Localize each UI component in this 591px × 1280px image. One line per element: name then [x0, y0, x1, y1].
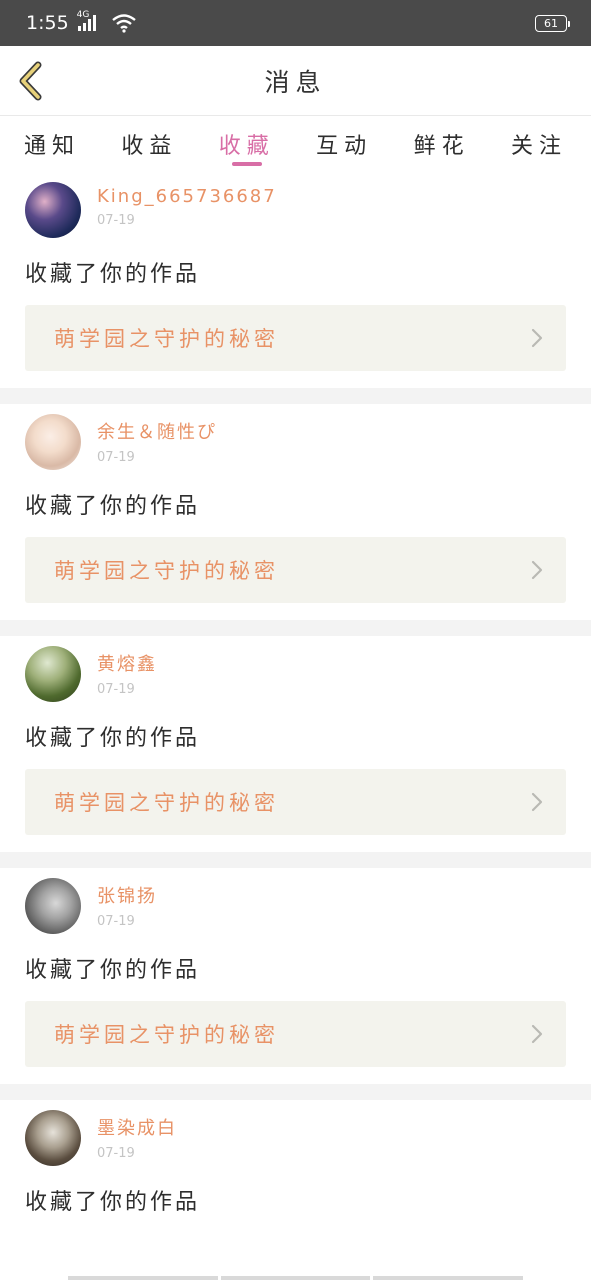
chevron-right-icon: [531, 792, 543, 812]
user-meta: King_665736687 07-19: [97, 182, 277, 228]
action-text: 收藏了你的作品: [25, 262, 201, 287]
action-text: 收藏了你的作品: [25, 958, 201, 983]
tab-favorites[interactable]: 收藏: [219, 116, 275, 172]
battery-level: 61: [544, 16, 558, 30]
signal-icon: 4G: [77, 10, 103, 33]
user-row: 张锦扬 07-19: [25, 878, 566, 938]
list-item: King_665736687 07-19 收藏了你的作品 萌学园之守护的秘密: [0, 172, 591, 388]
status-right: 61: [535, 14, 570, 32]
chevron-right-icon: [531, 560, 543, 580]
tab-follows[interactable]: 关注: [511, 116, 567, 172]
wifi-icon: [111, 13, 137, 33]
divider: [0, 620, 591, 636]
tab-bar: 通知 收益 收藏 互动 鲜花 关注: [0, 116, 591, 172]
action-text: 收藏了你的作品: [25, 494, 201, 519]
scroll-indicator-segment: [373, 1276, 524, 1280]
work-title: 萌学园之守护的秘密: [54, 1023, 279, 1047]
user-row: 墨染成白 07-19: [25, 1110, 566, 1170]
page-title: 消息: [264, 67, 327, 97]
date: 07-19: [97, 1146, 135, 1161]
work-title: 萌学园之守护的秘密: [54, 559, 279, 583]
username[interactable]: 余生＆随性ぴ: [97, 418, 217, 444]
work-link[interactable]: 萌学园之守护的秘密: [25, 769, 566, 835]
user-meta: 墨染成白 07-19: [97, 1110, 177, 1161]
tab-flowers[interactable]: 鲜花: [414, 116, 470, 172]
divider: [0, 388, 591, 404]
work-link[interactable]: 萌学园之守护的秘密: [25, 537, 566, 603]
user-meta: 张锦扬 07-19: [97, 878, 157, 929]
date: 07-19: [97, 914, 135, 929]
username[interactable]: King_665736687: [97, 186, 277, 207]
tab-interactions[interactable]: 互动: [316, 116, 372, 172]
action-text: 收藏了你的作品: [25, 1190, 201, 1215]
header: 消息: [0, 46, 591, 116]
list-item: 黄熔鑫 07-19 收藏了你的作品 萌学园之守护的秘密: [0, 636, 591, 852]
tab-notifications[interactable]: 通知: [24, 116, 80, 172]
username[interactable]: 张锦扬: [97, 882, 157, 908]
date: 07-19: [97, 682, 135, 697]
avatar[interactable]: [25, 414, 81, 470]
scroll-indicator: [68, 1276, 524, 1280]
status-time: 1:55: [26, 12, 69, 34]
date: 07-19: [97, 450, 135, 465]
user-row: 余生＆随性ぴ 07-19: [25, 414, 566, 474]
chevron-right-icon: [531, 1024, 543, 1044]
tab-earnings[interactable]: 收益: [121, 116, 177, 172]
list-item: 余生＆随性ぴ 07-19 收藏了你的作品 萌学园之守护的秘密: [0, 404, 591, 620]
date: 07-19: [97, 213, 135, 228]
chevron-left-icon: [19, 61, 42, 101]
avatar[interactable]: [25, 182, 81, 238]
username[interactable]: 墨染成白: [97, 1114, 177, 1140]
avatar[interactable]: [25, 878, 81, 934]
divider: [0, 852, 591, 868]
favorites-feed: King_665736687 07-19 收藏了你的作品 萌学园之守护的秘密 余…: [0, 172, 591, 1235]
status-left: 1:55 4G: [26, 10, 137, 34]
chevron-right-icon: [531, 328, 543, 348]
divider: [0, 1084, 591, 1100]
action-text: 收藏了你的作品: [25, 726, 201, 751]
avatar[interactable]: [25, 646, 81, 702]
user-row: King_665736687 07-19: [25, 182, 566, 242]
scroll-indicator-segment: [68, 1276, 218, 1280]
work-link[interactable]: 萌学园之守护的秘密: [25, 1001, 566, 1067]
username[interactable]: 黄熔鑫: [97, 650, 157, 676]
work-link[interactable]: 萌学园之守护的秘密: [25, 305, 566, 371]
user-meta: 余生＆随性ぴ 07-19: [97, 414, 217, 465]
work-title: 萌学园之守护的秘密: [54, 327, 279, 351]
avatar[interactable]: [25, 1110, 81, 1166]
user-row: 黄熔鑫 07-19: [25, 646, 566, 706]
status-bar: 1:55 4G 61: [0, 0, 591, 46]
user-meta: 黄熔鑫 07-19: [97, 646, 157, 697]
back-button[interactable]: [14, 60, 50, 102]
work-title: 萌学园之守护的秘密: [54, 791, 279, 815]
list-item: 墨染成白 07-19 收藏了你的作品: [0, 1100, 591, 1235]
list-item: 张锦扬 07-19 收藏了你的作品 萌学园之守护的秘密: [0, 868, 591, 1084]
scroll-indicator-segment: [220, 1276, 371, 1280]
battery-icon: 61: [535, 14, 570, 32]
